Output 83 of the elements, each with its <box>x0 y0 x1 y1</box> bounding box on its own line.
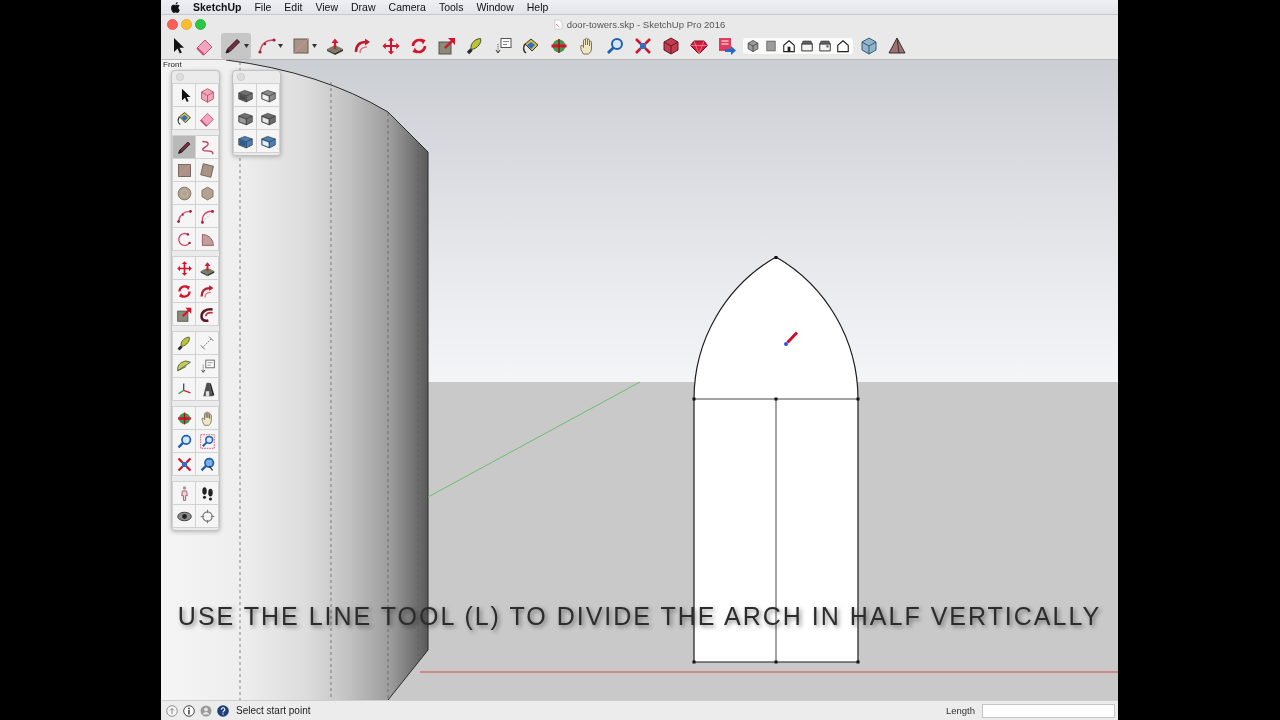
menu-item[interactable]: Edit <box>284 1 303 13</box>
paint-bucket-icon <box>521 36 541 56</box>
menu-item[interactable]: View <box>315 1 339 13</box>
magnifier-icon <box>175 432 193 450</box>
view-label: Front <box>163 60 182 70</box>
magnifier-arrow-icon <box>198 455 216 473</box>
square-icon <box>175 161 193 179</box>
tool-button[interactable] <box>196 482 218 504</box>
status-message: Select start point <box>236 705 311 716</box>
tool-button[interactable] <box>257 84 279 106</box>
pencil-icon <box>223 36 243 56</box>
view-button[interactable] <box>800 39 814 53</box>
arrows-inward-icon <box>633 36 653 56</box>
cube-icon <box>661 36 681 56</box>
document-icon <box>553 18 563 30</box>
view-button[interactable] <box>818 39 832 53</box>
tool-button[interactable] <box>221 33 251 59</box>
tool-button[interactable] <box>173 407 195 429</box>
square-arrow-icon <box>437 36 457 56</box>
curved-band-icon <box>198 305 216 323</box>
tool-button[interactable] <box>173 505 195 527</box>
apple-icon[interactable] <box>171 1 180 13</box>
square-arrow-icon <box>175 305 193 323</box>
cube-icon <box>198 86 216 104</box>
pyramid-icon <box>887 36 907 56</box>
menu-item[interactable]: File <box>254 1 272 13</box>
tool-button[interactable] <box>257 107 279 129</box>
protractor-icon <box>175 357 193 375</box>
text-label-icon <box>493 36 513 56</box>
tool-button[interactable] <box>196 257 218 279</box>
menu-item[interactable]: Help <box>526 1 549 13</box>
help-icon[interactable] <box>217 704 229 717</box>
tool-button[interactable] <box>196 303 218 325</box>
tool-button[interactable] <box>173 136 195 158</box>
document-arrow-icon <box>717 36 737 56</box>
globe-arrows-icon <box>549 36 569 56</box>
text-label-icon <box>198 357 216 375</box>
menu-item[interactable]: Window <box>476 1 514 13</box>
curved-arrows-icon <box>198 282 216 300</box>
magnifier-icon <box>605 36 625 56</box>
measurement-field[interactable] <box>982 703 1115 718</box>
arrows-inward-icon <box>175 455 193 473</box>
arc-icon <box>175 207 193 225</box>
disc-icon <box>175 184 193 202</box>
tool-button[interactable] <box>234 84 256 106</box>
window-title: door-towers.skp - SketchUp Pro 2016 <box>566 18 726 30</box>
view-button[interactable] <box>836 39 850 53</box>
slab-arrow-icon <box>325 36 345 56</box>
tool-button[interactable] <box>173 107 195 129</box>
tool-button[interactable] <box>196 378 218 400</box>
pencil-cursor-icon <box>784 331 799 346</box>
measurement-label: Length <box>945 705 975 716</box>
close-icon[interactable] <box>167 18 178 30</box>
circular-arrows-icon <box>409 36 429 56</box>
magnifier-frame-icon <box>198 432 216 450</box>
view-button[interactable] <box>782 39 796 53</box>
polygon-icon <box>198 184 216 202</box>
open-circle-icon <box>175 230 193 248</box>
tool-button[interactable] <box>234 130 256 152</box>
app-menu[interactable]: SketchUp <box>193 1 242 13</box>
eraser-icon <box>198 109 216 127</box>
menu-item[interactable]: Draw <box>351 1 376 13</box>
info-icon[interactable] <box>183 704 195 717</box>
circular-arrows-icon <box>175 282 193 300</box>
tool-button[interactable] <box>234 107 256 129</box>
dimension-line-icon <box>198 334 216 352</box>
cube-icon <box>746 39 760 53</box>
four-way-arrow-icon <box>175 259 193 277</box>
tape-measure-icon <box>175 334 193 352</box>
four-way-arrow-icon <box>381 36 401 56</box>
square-icon <box>291 36 311 56</box>
menu-item[interactable]: Camera <box>388 1 426 13</box>
slab-arrow-icon <box>198 259 216 277</box>
tool-button[interactable] <box>257 130 279 152</box>
paint-bucket-icon <box>175 109 193 127</box>
crosshair-circle-icon <box>198 507 216 525</box>
view-button[interactable] <box>746 39 760 53</box>
menu-item[interactable]: Tools <box>438 1 464 13</box>
curve-icon <box>198 207 216 225</box>
square-icon <box>764 39 778 53</box>
arc-icon <box>257 36 277 56</box>
tool-button[interactable] <box>173 84 195 106</box>
cube-icon <box>859 36 879 56</box>
